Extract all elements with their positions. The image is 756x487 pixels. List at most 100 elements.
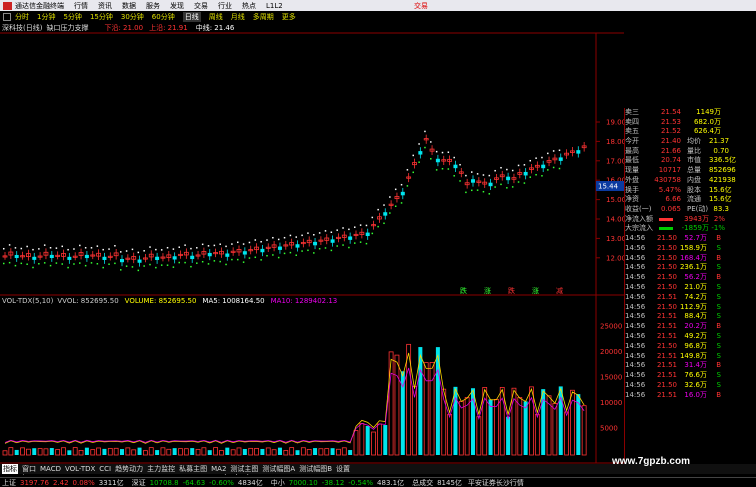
tick-row: 14:56 21.51 31.4万 B bbox=[625, 361, 756, 371]
resistance-dot bbox=[120, 251, 122, 253]
menu-square-icon[interactable] bbox=[3, 13, 11, 21]
tick-time: 14:56 bbox=[625, 253, 646, 262]
indicator-name[interactable]: 缺口压力支撑 bbox=[46, 23, 88, 33]
support-dot bbox=[213, 260, 216, 262]
quote-value: 0.70 bbox=[713, 146, 729, 155]
period-week[interactable]: 周线 bbox=[209, 12, 223, 22]
support-dot bbox=[254, 256, 257, 259]
order-book-row[interactable]: 卖五 21.52 626.4万 bbox=[625, 127, 756, 137]
volume-bar bbox=[160, 447, 166, 456]
resistance-dot bbox=[125, 250, 128, 252]
candle-body bbox=[488, 182, 493, 187]
support-dot bbox=[96, 263, 99, 265]
indicator-tab[interactable]: 设置 bbox=[336, 464, 350, 474]
quote-label: 市值 bbox=[687, 156, 701, 165]
order-book-row[interactable]: 卖四 21.53 682.0万 bbox=[625, 118, 756, 128]
tick-row: 14:56 21.51 88.4万 S bbox=[625, 312, 756, 322]
indicator-tab[interactable]: 私募主图 bbox=[179, 464, 207, 474]
period-more[interactable]: 更多 bbox=[282, 12, 296, 22]
menu-data[interactable]: 数据 bbox=[122, 1, 136, 11]
support-dot bbox=[517, 181, 520, 183]
resistance-dot bbox=[471, 171, 473, 173]
vol-indicator-name[interactable]: VOL-TDX(5,10) bbox=[2, 297, 53, 305]
support-dot bbox=[108, 263, 110, 265]
order-book-row[interactable]: 卖三 21.54 1149万 bbox=[625, 108, 756, 118]
indicator-tab[interactable]: MACD bbox=[40, 465, 61, 473]
indicator-tab[interactable]: 主力监控 bbox=[147, 464, 175, 474]
sh-index-name[interactable]: 上证 bbox=[2, 478, 16, 487]
volume-bar bbox=[20, 447, 25, 456]
tick-price: 21.50 bbox=[656, 273, 677, 282]
sz-index-name[interactable]: 深证 bbox=[132, 478, 146, 487]
support-dot bbox=[272, 254, 274, 256]
trade-link[interactable]: 交易 bbox=[414, 1, 428, 11]
quote-label: 现量 bbox=[625, 166, 639, 175]
indicator-tab[interactable]: 窗口 bbox=[22, 464, 36, 474]
period-15m[interactable]: 15分钟 bbox=[90, 12, 113, 22]
signal-label: 减 bbox=[556, 286, 563, 295]
volume-bar bbox=[113, 447, 119, 456]
sz-index-amount: 4834亿 bbox=[237, 478, 263, 487]
volume-bar bbox=[43, 448, 49, 456]
period-5m[interactable]: 5分钟 bbox=[63, 12, 81, 22]
period-1m[interactable]: 1分钟 bbox=[37, 12, 55, 22]
menu-industry[interactable]: 行业 bbox=[218, 1, 232, 11]
volume-bar bbox=[61, 447, 66, 456]
menu-hot[interactable]: 热点 bbox=[242, 1, 256, 11]
zx-index-name[interactable]: 中小 bbox=[271, 478, 285, 487]
menu-news[interactable]: 资讯 bbox=[98, 1, 112, 11]
support-dot bbox=[178, 261, 180, 264]
menu-l1l2[interactable]: L1L2 bbox=[266, 2, 283, 10]
quote-value: 21.40 bbox=[660, 137, 681, 146]
support-dot bbox=[166, 264, 169, 266]
sz-index-pct: -0.60% bbox=[209, 478, 234, 487]
indicator-tab[interactable]: CCI bbox=[99, 465, 111, 473]
indicator-tab[interactable]: MA2 bbox=[211, 465, 226, 473]
resistance-dot bbox=[178, 246, 180, 248]
period-60m[interactable]: 60分钟 bbox=[152, 12, 175, 22]
resistance-dot bbox=[523, 164, 526, 166]
support-dot bbox=[61, 263, 63, 265]
tick-row: 14:56 21.50 236.1万 S bbox=[625, 263, 756, 273]
period-tick[interactable]: 分时 bbox=[15, 12, 29, 22]
resistance-dot bbox=[476, 173, 479, 175]
tick-time: 14:56 bbox=[625, 302, 646, 311]
tick-price: 21.50 bbox=[656, 380, 677, 389]
volume-bar bbox=[32, 448, 37, 455]
support-dot bbox=[172, 266, 175, 268]
watermark-text: www.7gpzb.com bbox=[612, 456, 690, 467]
resistance-dot bbox=[108, 248, 110, 250]
menu-trade[interactable]: 交易 bbox=[194, 1, 208, 11]
support-dot bbox=[231, 258, 233, 261]
volume-bar bbox=[546, 395, 552, 456]
resistance-dot bbox=[149, 246, 151, 248]
indicator-tab[interactable]: VOL-TDX bbox=[65, 465, 95, 473]
period-day[interactable]: 日线 bbox=[182, 12, 201, 22]
indicator-tab[interactable]: 测试幅图B bbox=[299, 464, 332, 474]
resistance-dot bbox=[43, 244, 46, 246]
quote-label: 今开 bbox=[625, 137, 639, 146]
menu-discover[interactable]: 发现 bbox=[170, 1, 184, 11]
indicator-tab[interactable]: 测试主图 bbox=[230, 464, 258, 474]
resistance-dot bbox=[541, 156, 543, 159]
indicator-tab[interactable]: 指标 bbox=[2, 464, 18, 474]
tick-price: 21.51 bbox=[656, 361, 677, 370]
period-month[interactable]: 月线 bbox=[231, 12, 245, 22]
menu-quote[interactable]: 行情 bbox=[74, 1, 88, 11]
support-dot bbox=[558, 167, 561, 170]
indicator-tab[interactable]: 趋势动力 bbox=[115, 464, 143, 474]
fund-flow-row: 净流入额 3943万 2% bbox=[625, 215, 756, 225]
period-multi[interactable]: 多周期 bbox=[253, 12, 274, 22]
volume-bar bbox=[78, 450, 84, 456]
support-dot bbox=[84, 264, 87, 267]
resistance-dot bbox=[465, 174, 467, 177]
gap-mid: 中线: 21.46 bbox=[195, 24, 235, 32]
tick-volume: 112.9万 bbox=[679, 302, 707, 311]
period-30m[interactable]: 30分钟 bbox=[121, 12, 144, 22]
volume-bar bbox=[37, 448, 43, 456]
indicator-tab[interactable]: 测试幅图A bbox=[262, 464, 295, 474]
tick-direction: B bbox=[716, 253, 721, 262]
volume-bar bbox=[324, 448, 330, 456]
volume-bar bbox=[178, 448, 183, 456]
menu-service[interactable]: 服务 bbox=[146, 1, 160, 11]
